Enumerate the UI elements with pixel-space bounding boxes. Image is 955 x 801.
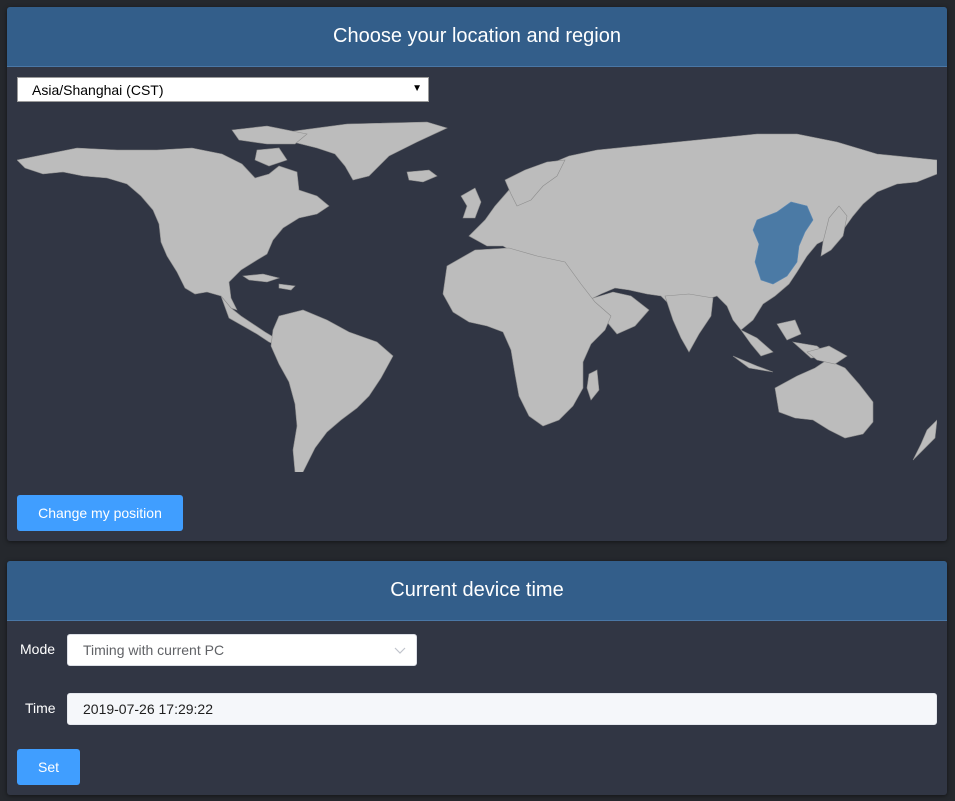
- change-position-button-label: Change my position: [38, 505, 162, 521]
- timezone-select-value: Asia/Shanghai (CST): [32, 81, 164, 98]
- map-region-arctic-islands[interactable]: [231, 125, 308, 167]
- time-input[interactable]: 2019-07-26 17:29:22: [67, 693, 937, 725]
- map-region-iceland[interactable]: [406, 169, 438, 183]
- timezone-select[interactable]: Asia/Shanghai (CST) ▼: [17, 77, 429, 102]
- map-region-india[interactable]: [664, 293, 714, 353]
- location-panel-header: Choose your location and region: [7, 7, 947, 67]
- time-label: Time: [25, 700, 56, 716]
- caret-down-icon: ▼: [412, 83, 422, 94]
- mode-select-value: Timing with current PC: [83, 642, 225, 658]
- map-region-new-zealand[interactable]: [912, 419, 937, 461]
- map-region-uk[interactable]: [460, 187, 482, 219]
- chevron-down-icon: [394, 647, 406, 654]
- map-region-southeast-asia[interactable]: [732, 319, 830, 373]
- location-panel-title: Choose your location and region: [333, 25, 621, 47]
- set-button[interactable]: Set: [17, 749, 80, 785]
- device-time-panel-title: Current device time: [390, 579, 564, 601]
- map-region-australia[interactable]: [774, 359, 874, 439]
- device-time-panel: Current device time Mode Timing with cur…: [7, 561, 947, 795]
- change-position-button[interactable]: Change my position: [17, 495, 183, 531]
- mode-label: Mode: [20, 641, 56, 657]
- time-input-value: 2019-07-26 17:29:22: [83, 701, 213, 717]
- location-panel: Choose your location and region Asia/Sha…: [7, 7, 947, 541]
- map-region-madagascar[interactable]: [586, 369, 600, 401]
- map-region-south-america[interactable]: [270, 309, 394, 472]
- world-map[interactable]: [17, 120, 937, 472]
- mode-select[interactable]: Timing with current PC: [67, 634, 417, 666]
- device-time-panel-header: Current device time: [7, 561, 947, 621]
- map-region-caribbean[interactable]: [242, 273, 296, 291]
- set-button-label: Set: [37, 759, 59, 775]
